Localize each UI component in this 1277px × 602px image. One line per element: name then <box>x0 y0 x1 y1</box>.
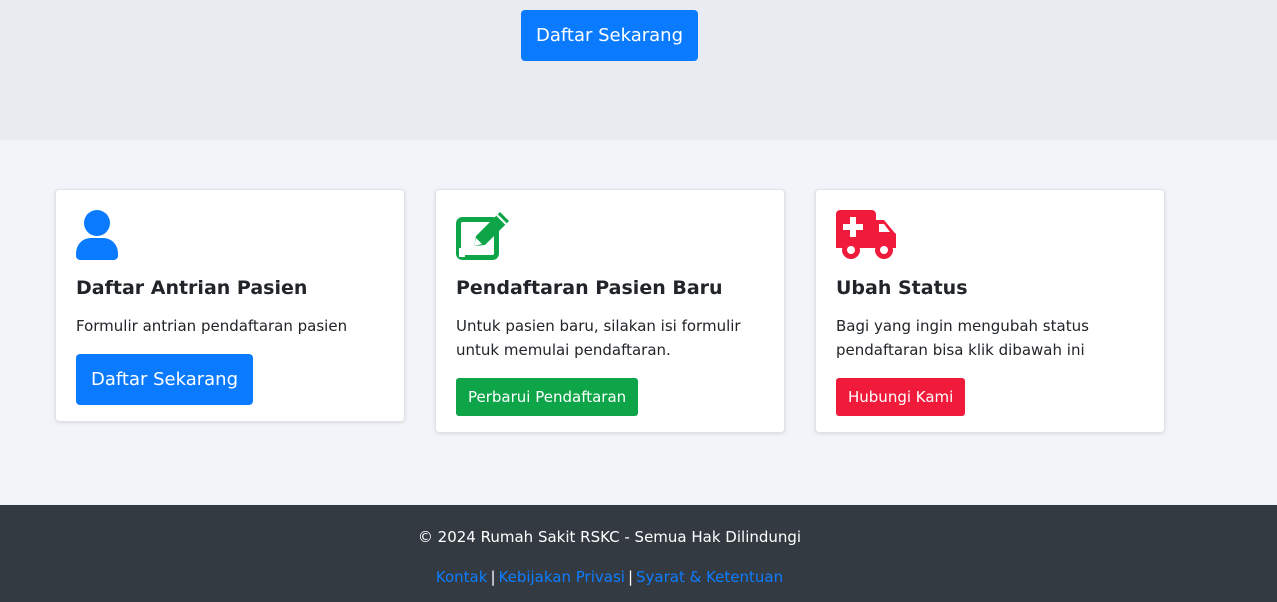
user-icon <box>76 210 384 260</box>
privacy-policy-link[interactable]: Kebijakan Privasi <box>499 568 625 586</box>
card-description: Untuk pasien baru, silakan isi formulir … <box>456 317 741 359</box>
footer-links: Kontak | Kebijakan Privasi | Syarat & Ketent… <box>0 567 1219 587</box>
hero-register-button[interactable]: Daftar Sekarang <box>521 10 698 61</box>
link-separator: | <box>490 568 496 586</box>
update-registration-button[interactable]: Perbarui Pendaftaran <box>456 378 639 416</box>
card-title: Ubah Status <box>836 277 968 299</box>
card-queue-registration: Daftar Antrian Pasien Formulir antrian p… <box>55 189 405 422</box>
ambulance-icon <box>836 210 1144 260</box>
edit-icon <box>456 210 764 260</box>
register-now-button[interactable]: Daftar Sekarang <box>76 354 253 405</box>
contact-us-button[interactable]: Hubungi Kami <box>836 378 966 416</box>
services-section: Daftar Antrian Pasien Formulir antrian p… <box>0 140 1277 505</box>
card-title: Daftar Antrian Pasien <box>76 277 308 299</box>
footer: © 2024 Rumah Sakit RSKC - Semua Hak Dili… <box>0 505 1277 602</box>
card-change-status: Ubah Status Bagi yang ingin mengubah sta… <box>815 189 1165 433</box>
card-title: Pendaftaran Pasien Baru <box>456 277 723 299</box>
card-new-patient: Pendaftaran Pasien Baru Untuk pasien bar… <box>435 189 785 433</box>
contact-link[interactable]: Kontak <box>436 568 488 586</box>
copyright-text: © 2024 Rumah Sakit RSKC - Semua Hak Dili… <box>417 528 802 546</box>
card-description: Bagi yang ingin mengubah status pendafta… <box>836 317 1089 359</box>
terms-link[interactable]: Syarat & Ketentuan <box>636 568 783 586</box>
hero-section: Daftar Sekarang <box>0 0 1277 140</box>
card-description: Formulir antrian pendaftaran pasien <box>76 317 348 335</box>
link-separator: | <box>627 568 633 586</box>
